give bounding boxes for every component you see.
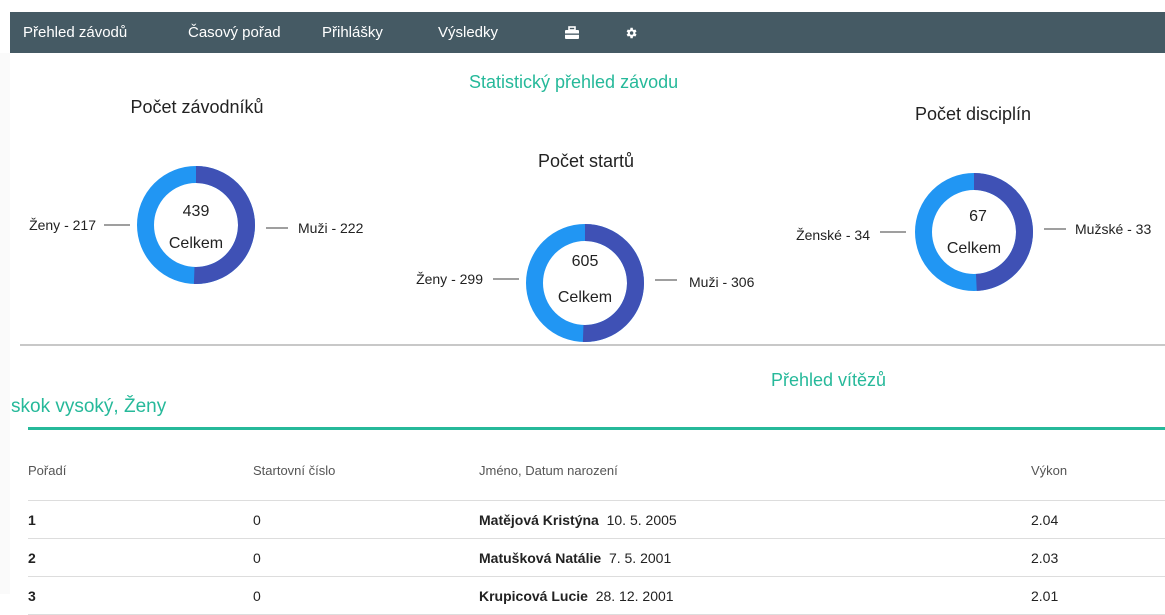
starts-title: Počet startů (537, 151, 635, 171)
competitors-total: 439 (183, 203, 210, 220)
left-edge (0, 53, 10, 594)
table-row[interactable]: 2 0 Matušková Natálie 7. 5. 2001 2.03 (28, 538, 1165, 577)
competitors-men-label: Muži - 222 (298, 220, 364, 236)
athlete-dob: 10. 5. 2005 (606, 511, 677, 528)
disciplines-men-label: Mužské - 33 (1075, 221, 1151, 237)
discipline-underline (28, 427, 1165, 430)
disciplines-donut: Ženské - 34 Mužské - 33 67 Celkem (775, 167, 1165, 307)
column-name-dob[interactable]: Jméno, Datum narození (479, 440, 1031, 501)
athlete-name: Matušková Natálie (479, 549, 602, 566)
starts-total: 605 (572, 253, 599, 270)
athlete-dob: 7. 5. 2001 (608, 549, 672, 566)
table-header-row: Pořadí Startovní číslo Jméno, Datum naro… (28, 440, 1165, 501)
athlete-name: Krupicová Lucie (479, 587, 588, 604)
athlete-name: Matějová Kristýna (479, 511, 599, 528)
competitors-center-label: Celkem (169, 235, 223, 252)
winners-table: Pořadí Startovní číslo Jméno, Datum naro… (28, 440, 1165, 615)
athlete-dob: 28. 12. 2001 (595, 587, 674, 604)
rank-cell: 1 (28, 500, 253, 539)
name-cell: Matějová Kristýna 10. 5. 2005 (479, 500, 1031, 539)
start-number-cell: 0 (253, 500, 479, 539)
nav-item-schedule[interactable]: Časový pořad (188, 12, 281, 53)
starts-donut: Ženy - 299 Muži - 306 605 Celkem (385, 218, 785, 358)
rank-cell: 2 (28, 538, 253, 577)
donut-men-arc (193, 166, 255, 284)
disciplines-center-label: Celkem (947, 240, 1001, 257)
nav-item-entries[interactable]: Přihlášky (322, 12, 383, 53)
toolbox-icon[interactable] (563, 24, 581, 42)
result-cell: 2.01 (1031, 576, 1165, 615)
name-cell: Krupicová Lucie 28. 12. 2001 (479, 576, 1031, 615)
rank-cell: 3 (28, 576, 253, 615)
disciplines-total: 67 (969, 208, 987, 225)
starts-men-label: Muži - 306 (689, 274, 755, 290)
start-number-cell: 0 (253, 576, 479, 615)
column-rank[interactable]: Pořadí (28, 440, 253, 501)
result-cell: 2.03 (1031, 538, 1165, 577)
navbar: Přehled závodů Časový pořad Přihlášky Vý… (10, 12, 1165, 53)
name-cell: Matušková Natálie 7. 5. 2001 (479, 538, 1031, 577)
nav-item-overview[interactable]: Přehled závodů (23, 12, 127, 53)
starts-women-label: Ženy - 299 (416, 271, 483, 287)
discipline-title: skok vysoký, Ženy (11, 396, 167, 417)
table-row[interactable]: 1 0 Matějová Kristýna 10. 5. 2005 2.04 (28, 500, 1165, 539)
table-row[interactable]: 3 0 Krupicová Lucie 28. 12. 2001 2.01 (28, 576, 1165, 615)
disciplines-title: Počet disciplín (914, 104, 1032, 124)
nav-item-results[interactable]: Výsledky (438, 12, 498, 53)
top-strip (0, 0, 1165, 12)
disciplines-women-label: Ženské - 34 (796, 227, 870, 243)
competitors-title: Počet závodníků (130, 97, 264, 117)
section-divider (20, 344, 1165, 346)
column-start-number[interactable]: Startovní číslo (253, 440, 479, 501)
start-number-cell: 0 (253, 538, 479, 577)
donut-men-arc (582, 224, 644, 342)
stats-title: Statistický přehled závodu (469, 72, 679, 92)
donut-men-arc (973, 173, 1033, 291)
gear-icon[interactable] (622, 24, 640, 42)
discipline-header: skok vysoký, Ženy (0, 380, 1165, 440)
competitors-women-label: Ženy - 217 (29, 217, 96, 233)
column-result[interactable]: Výkon (1031, 440, 1165, 501)
result-cell: 2.04 (1031, 500, 1165, 539)
competitors-donut: Ženy - 217 Muži - 222 439 Celkem (0, 160, 400, 300)
starts-center-label: Celkem (558, 289, 612, 306)
